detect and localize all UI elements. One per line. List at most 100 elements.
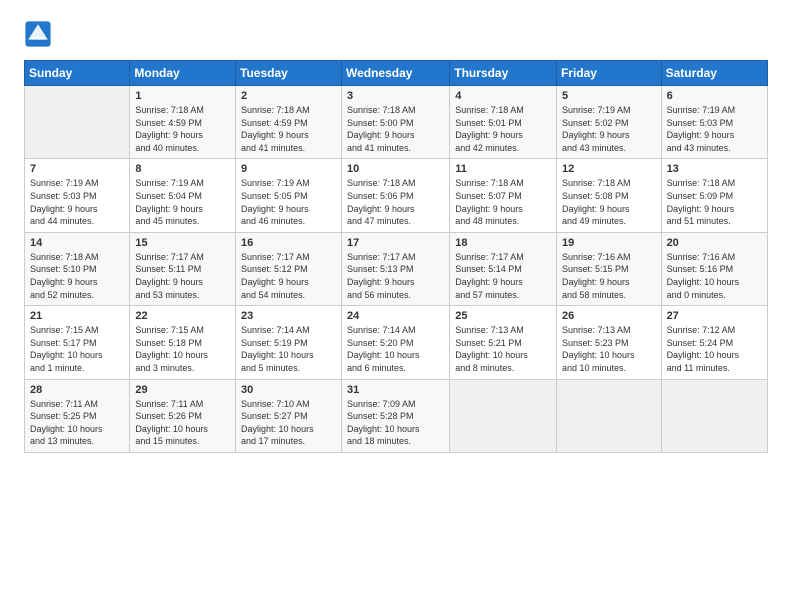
day-number: 24	[347, 310, 444, 322]
day-info: Sunrise: 7:09 AM Sunset: 5:28 PM Dayligh…	[347, 398, 444, 448]
day-number: 13	[667, 163, 762, 175]
day-number: 16	[241, 237, 336, 249]
day-header-tuesday: Tuesday	[236, 61, 342, 86]
calendar-cell: 29 Sunrise: 7:11 AM Sunset: 5:26 PM Dayli…	[130, 379, 236, 452]
day-number: 31	[347, 384, 444, 396]
calendar-cell	[25, 86, 130, 159]
day-info: Sunrise: 7:17 AM Sunset: 5:12 PM Dayligh…	[241, 251, 336, 301]
calendar-cell: 30 Sunrise: 7:10 AM Sunset: 5:27 PM Dayli…	[236, 379, 342, 452]
calendar-cell: 6Sunrise: 7:19 AM Sunset: 5:03 PM Daylig…	[661, 86, 767, 159]
day-info: Sunrise: 7:10 AM Sunset: 5:27 PM Dayligh…	[241, 398, 336, 448]
calendar-cell: 22 Sunrise: 7:15 AM Sunset: 5:18 PM Dayli…	[130, 306, 236, 379]
calendar-week-5: 28Sunrise: 7:11 AM Sunset: 5:25 PM Dayli…	[25, 379, 768, 452]
header	[24, 20, 768, 48]
day-header-sunday: Sunday	[25, 61, 130, 86]
day-number: 7	[30, 163, 124, 175]
day-header-friday: Friday	[556, 61, 661, 86]
day-header-thursday: Thursday	[450, 61, 557, 86]
day-info: Sunrise: 7:18 AM Sunset: 4:59 PM Dayligh…	[241, 104, 336, 154]
day-number: 21	[30, 310, 124, 322]
day-info: Sunrise: 7:16 AM Sunset: 5:16 PM Dayligh…	[667, 251, 762, 301]
calendar-cell: 14 Sunrise: 7:18 AM Sunset: 5:10 PM Dayli…	[25, 232, 130, 305]
day-info: Sunrise: 7:14 AM Sunset: 5:19 PM Dayligh…	[241, 324, 336, 374]
day-number: 2	[241, 90, 336, 102]
calendar-cell: 25 Sunrise: 7:13 AM Sunset: 5:21 PM Dayli…	[450, 306, 557, 379]
day-info: Sunrise: 7:19 AM Sunset: 5:02 PM Dayligh…	[562, 104, 656, 154]
day-number: 19	[562, 237, 656, 249]
day-info: Sunrise: 7:15 AM Sunset: 5:17 PM Dayligh…	[30, 324, 124, 374]
day-info: Sunrise: 7:19 AM Sunset: 5:05 PM Dayligh…	[241, 177, 336, 227]
day-info: Sunrise: 7:16 AM Sunset: 5:15 PM Dayligh…	[562, 251, 656, 301]
calendar-cell: 31 Sunrise: 7:09 AM Sunset: 5:28 PM Dayli…	[341, 379, 449, 452]
calendar-cell: 3 Sunrise: 7:18 AM Sunset: 5:00 PM Daylig…	[341, 86, 449, 159]
calendar-cell	[556, 379, 661, 452]
day-number: 11	[455, 163, 551, 175]
day-info: Sunrise: 7:12 AM Sunset: 5:24 PM Dayligh…	[667, 324, 762, 374]
page: SundayMondayTuesdayWednesdayThursdayFrid…	[0, 0, 792, 469]
day-number: 9	[241, 163, 336, 175]
calendar-cell: 23Sunrise: 7:14 AM Sunset: 5:19 PM Dayli…	[236, 306, 342, 379]
day-info: Sunrise: 7:15 AM Sunset: 5:18 PM Dayligh…	[135, 324, 230, 374]
calendar-cell: 24 Sunrise: 7:14 AM Sunset: 5:20 PM Dayli…	[341, 306, 449, 379]
day-info: Sunrise: 7:18 AM Sunset: 5:07 PM Dayligh…	[455, 177, 551, 227]
calendar-week-2: 7Sunrise: 7:19 AM Sunset: 5:03 PM Daylig…	[25, 159, 768, 232]
day-info: Sunrise: 7:18 AM Sunset: 4:59 PM Dayligh…	[135, 104, 230, 154]
day-number: 14	[30, 237, 124, 249]
day-info: Sunrise: 7:17 AM Sunset: 5:11 PM Dayligh…	[135, 251, 230, 301]
day-number: 26	[562, 310, 656, 322]
day-number: 30	[241, 384, 336, 396]
day-number: 10	[347, 163, 444, 175]
day-info: Sunrise: 7:18 AM Sunset: 5:01 PM Dayligh…	[455, 104, 551, 154]
day-number: 12	[562, 163, 656, 175]
calendar-cell: 19 Sunrise: 7:16 AM Sunset: 5:15 PM Dayli…	[556, 232, 661, 305]
day-info: Sunrise: 7:13 AM Sunset: 5:21 PM Dayligh…	[455, 324, 551, 374]
day-info: Sunrise: 7:18 AM Sunset: 5:00 PM Dayligh…	[347, 104, 444, 154]
day-number: 27	[667, 310, 762, 322]
day-number: 4	[455, 90, 551, 102]
day-info: Sunrise: 7:18 AM Sunset: 5:06 PM Dayligh…	[347, 177, 444, 227]
calendar-cell: 21 Sunrise: 7:15 AM Sunset: 5:17 PM Dayli…	[25, 306, 130, 379]
day-number: 17	[347, 237, 444, 249]
day-info: Sunrise: 7:17 AM Sunset: 5:14 PM Dayligh…	[455, 251, 551, 301]
day-number: 29	[135, 384, 230, 396]
calendar-cell: 10 Sunrise: 7:18 AM Sunset: 5:06 PM Dayli…	[341, 159, 449, 232]
day-info: Sunrise: 7:18 AM Sunset: 5:10 PM Dayligh…	[30, 251, 124, 301]
calendar-cell: 9 Sunrise: 7:19 AM Sunset: 5:05 PM Daylig…	[236, 159, 342, 232]
calendar-cell: 12Sunrise: 7:18 AM Sunset: 5:08 PM Dayli…	[556, 159, 661, 232]
day-number: 8	[135, 163, 230, 175]
day-header-wednesday: Wednesday	[341, 61, 449, 86]
day-info: Sunrise: 7:11 AM Sunset: 5:25 PM Dayligh…	[30, 398, 124, 448]
day-number: 3	[347, 90, 444, 102]
day-info: Sunrise: 7:14 AM Sunset: 5:20 PM Dayligh…	[347, 324, 444, 374]
calendar-cell: 11 Sunrise: 7:18 AM Sunset: 5:07 PM Dayli…	[450, 159, 557, 232]
day-number: 20	[667, 237, 762, 249]
calendar-cell: 13Sunrise: 7:18 AM Sunset: 5:09 PM Dayli…	[661, 159, 767, 232]
header-row: SundayMondayTuesdayWednesdayThursdayFrid…	[25, 61, 768, 86]
calendar-cell: 15 Sunrise: 7:17 AM Sunset: 5:11 PM Dayli…	[130, 232, 236, 305]
calendar-cell: 17 Sunrise: 7:17 AM Sunset: 5:13 PM Dayli…	[341, 232, 449, 305]
calendar-cell: 18 Sunrise: 7:17 AM Sunset: 5:14 PM Dayli…	[450, 232, 557, 305]
calendar-week-3: 14 Sunrise: 7:18 AM Sunset: 5:10 PM Dayli…	[25, 232, 768, 305]
day-number: 5	[562, 90, 656, 102]
calendar-cell: 26 Sunrise: 7:13 AM Sunset: 5:23 PM Dayli…	[556, 306, 661, 379]
calendar-cell: 7Sunrise: 7:19 AM Sunset: 5:03 PM Daylig…	[25, 159, 130, 232]
calendar-cell: 27 Sunrise: 7:12 AM Sunset: 5:24 PM Dayli…	[661, 306, 767, 379]
day-info: Sunrise: 7:11 AM Sunset: 5:26 PM Dayligh…	[135, 398, 230, 448]
day-number: 15	[135, 237, 230, 249]
calendar-cell: 28Sunrise: 7:11 AM Sunset: 5:25 PM Dayli…	[25, 379, 130, 452]
calendar-cell	[450, 379, 557, 452]
day-number: 18	[455, 237, 551, 249]
logo	[24, 20, 56, 48]
calendar-table: SundayMondayTuesdayWednesdayThursdayFrid…	[24, 60, 768, 453]
calendar-cell: 2 Sunrise: 7:18 AM Sunset: 4:59 PM Daylig…	[236, 86, 342, 159]
day-info: Sunrise: 7:17 AM Sunset: 5:13 PM Dayligh…	[347, 251, 444, 301]
calendar-cell: 5 Sunrise: 7:19 AM Sunset: 5:02 PM Daylig…	[556, 86, 661, 159]
day-info: Sunrise: 7:13 AM Sunset: 5:23 PM Dayligh…	[562, 324, 656, 374]
day-header-monday: Monday	[130, 61, 236, 86]
logo-icon	[24, 20, 52, 48]
calendar-week-4: 21 Sunrise: 7:15 AM Sunset: 5:17 PM Dayli…	[25, 306, 768, 379]
day-number: 1	[135, 90, 230, 102]
day-number: 22	[135, 310, 230, 322]
day-number: 25	[455, 310, 551, 322]
calendar-cell: 20 Sunrise: 7:16 AM Sunset: 5:16 PM Dayli…	[661, 232, 767, 305]
